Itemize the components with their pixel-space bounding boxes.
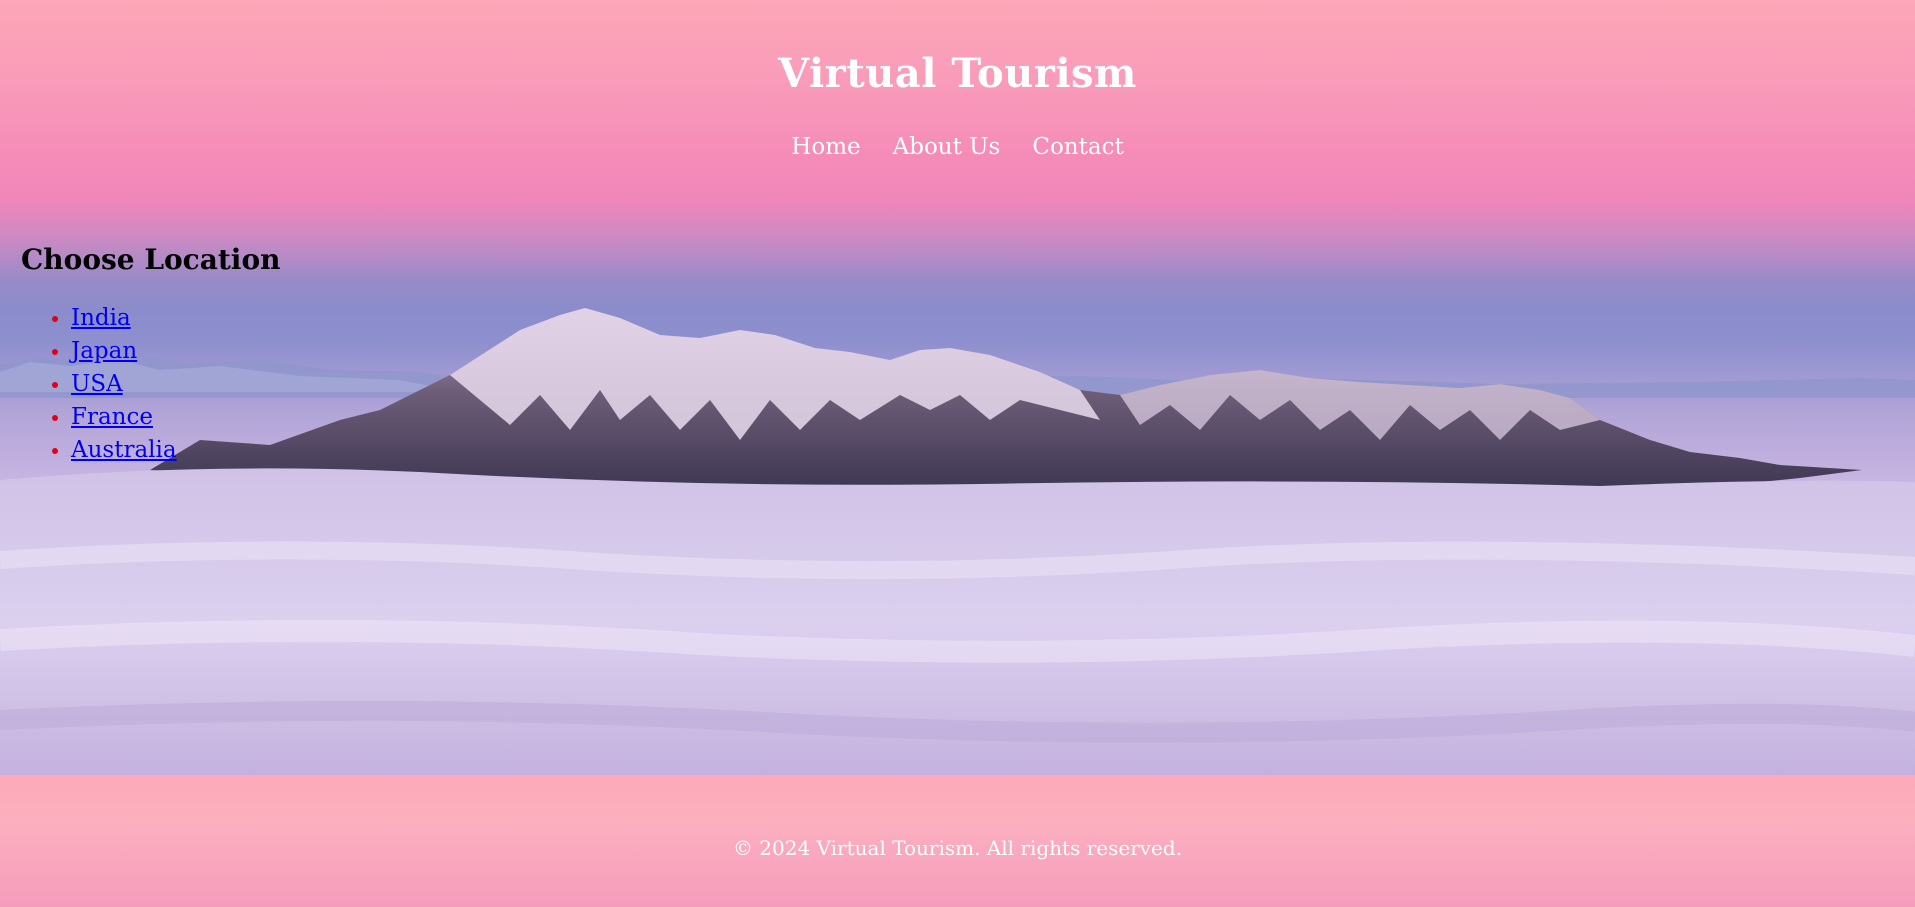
list-item: Japan <box>71 335 280 368</box>
location-link-france[interactable]: France <box>71 404 153 430</box>
nav-link-contact[interactable]: Contact <box>1032 134 1123 160</box>
copyright-text: © 2024 Virtual Tourism. All rights reser… <box>732 836 1183 860</box>
nav-link-about-us[interactable]: About Us <box>893 134 1001 160</box>
location-section: Choose Location India Japan USA France A… <box>21 243 280 467</box>
list-item: USA <box>71 368 280 401</box>
page: Virtual Tourism Home About Us Contact Ch… <box>0 0 1915 907</box>
location-list: India Japan USA France Australia <box>21 302 280 467</box>
location-link-japan[interactable]: Japan <box>71 338 137 364</box>
nav-link-home[interactable]: Home <box>791 134 860 160</box>
hero-background <box>0 0 1915 775</box>
location-link-usa[interactable]: USA <box>71 371 123 397</box>
mountain-landscape-image <box>0 308 1915 775</box>
list-item: Australia <box>71 434 280 467</box>
location-link-india[interactable]: India <box>71 305 131 331</box>
main-nav: Home About Us Contact <box>0 134 1915 160</box>
list-item: India <box>71 302 280 335</box>
location-heading: Choose Location <box>21 243 281 276</box>
list-item: France <box>71 401 280 434</box>
location-link-australia[interactable]: Australia <box>71 437 177 463</box>
site-title: Virtual Tourism <box>778 50 1137 97</box>
